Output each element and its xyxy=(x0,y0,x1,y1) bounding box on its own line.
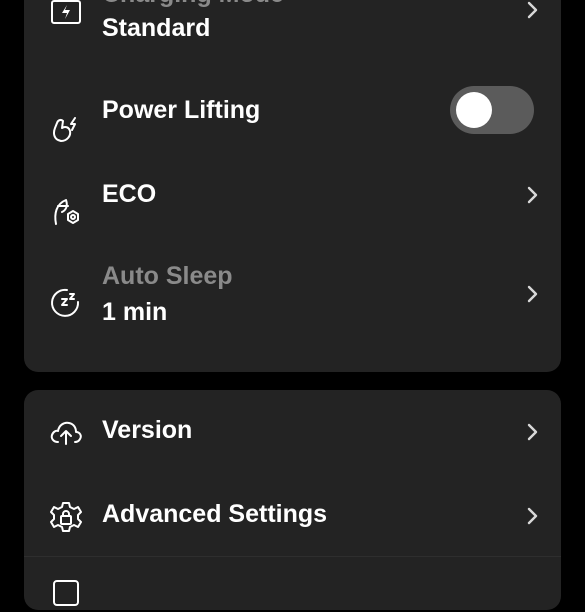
chevron-right-icon xyxy=(525,284,539,304)
advanced-settings-label: Advanced Settings xyxy=(102,500,328,528)
power-lifting-row: Power Lifting xyxy=(24,86,561,168)
power-lifting-icon xyxy=(48,112,84,148)
cloud-upload-icon xyxy=(48,415,84,451)
power-lifting-label: Power Lifting xyxy=(102,96,261,124)
version-row[interactable]: Version xyxy=(24,410,561,460)
device-icon xyxy=(48,576,84,612)
charging-mode-value: Standard xyxy=(102,14,211,42)
charging-mode-title: Charging Mode xyxy=(102,0,284,9)
eco-row[interactable]: ECO xyxy=(24,176,561,252)
chevron-right-icon xyxy=(525,506,539,526)
toggle-knob xyxy=(456,92,492,128)
auto-sleep-title: Auto Sleep xyxy=(102,262,233,290)
chevron-right-icon xyxy=(525,185,539,205)
eco-label: ECO xyxy=(102,180,157,208)
auto-sleep-row[interactable]: Auto Sleep 1 min xyxy=(24,262,561,368)
settings-card-device: Version Advanced Settings xyxy=(24,390,561,610)
row-divider xyxy=(24,556,561,557)
chevron-right-icon xyxy=(525,422,539,442)
battery-charging-icon xyxy=(48,0,84,28)
version-label: Version xyxy=(102,416,193,444)
advanced-settings-row[interactable]: Advanced Settings xyxy=(24,494,561,544)
power-lifting-toggle[interactable] xyxy=(450,86,534,134)
charging-mode-row[interactable]: Charging Mode Standard xyxy=(24,0,561,78)
settings-card-power: Charging Mode Standard Power Lifting xyxy=(24,0,561,372)
gear-lock-icon xyxy=(48,499,84,535)
sleep-timer-icon xyxy=(48,285,84,321)
eco-leaf-icon xyxy=(48,194,84,230)
chevron-right-icon xyxy=(525,0,539,20)
auto-sleep-value: 1 min xyxy=(102,298,168,326)
